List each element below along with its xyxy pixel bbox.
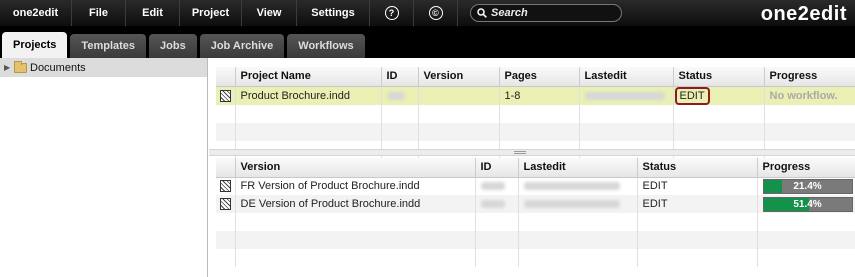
menu-app[interactable]: one2edit — [0, 0, 72, 26]
menu-file[interactable]: File — [72, 0, 126, 26]
column-id[interactable]: ID — [381, 67, 419, 87]
project-version-cell — [418, 86, 500, 105]
column-lastedit[interactable]: Lastedit — [518, 158, 638, 178]
empty-row — [216, 122, 855, 141]
column-lastedit[interactable]: Lastedit — [579, 67, 674, 87]
table-row[interactable]: DE Version of Product Brochure.indd EDIT… — [216, 195, 855, 213]
column-pages[interactable]: Pages — [499, 67, 580, 87]
copyright-icon: © — [428, 6, 443, 20]
column-status[interactable]: Status — [673, 67, 765, 87]
project-pages-cell: 1-8 — [499, 86, 580, 105]
splitter-grip-icon[interactable] — [514, 151, 526, 154]
about-button[interactable]: © — [414, 0, 458, 26]
version-status-cell: EDIT — [637, 195, 758, 213]
indesign-document-icon — [219, 198, 231, 211]
redacted-lastedit — [584, 91, 665, 100]
version-progress-cell: 51.4% — [757, 195, 855, 213]
indesign-document-icon — [219, 180, 231, 193]
project-id-cell — [381, 86, 419, 105]
menu-settings[interactable]: Settings — [297, 0, 370, 26]
redacted-id — [386, 91, 405, 100]
progress-text: No workflow. — [769, 89, 838, 102]
app-logo: one2edit — [760, 3, 847, 25]
projects-table: Project Name ID Version Pages Lastedit S… — [216, 67, 855, 159]
redacted-lastedit — [523, 200, 620, 209]
version-progress-cell: 21.4% — [757, 177, 855, 195]
status-badge: EDIT — [674, 86, 710, 105]
column-version[interactable]: Version — [235, 158, 476, 178]
empty-row — [216, 213, 855, 231]
progress-text: 51.4% — [793, 198, 822, 210]
redacted-id — [480, 182, 505, 191]
project-status-cell: EDIT — [673, 86, 765, 105]
icon-column-header — [216, 158, 236, 178]
versions-header-row: Version ID Lastedit Status Progress — [216, 158, 855, 178]
tree-item-documents[interactable]: ▶ Documents — [0, 58, 207, 77]
version-name-cell[interactable]: DE Version of Product Brochure.indd — [235, 195, 476, 213]
tab-workflows[interactable]: Workflows — [287, 34, 365, 58]
version-lastedit-cell — [518, 177, 638, 195]
menu-view[interactable]: View — [242, 0, 297, 26]
folder-icon — [14, 60, 27, 73]
help-icon: ? — [384, 6, 399, 20]
indesign-document-icon — [219, 89, 231, 102]
empty-row — [216, 231, 855, 249]
expand-arrow-icon[interactable]: ▶ — [4, 63, 12, 72]
version-lastedit-cell — [518, 195, 638, 213]
tab-job-archive[interactable]: Job Archive — [199, 34, 285, 58]
search-box[interactable] — [470, 4, 622, 22]
table-row[interactable]: Product Brochure.indd 1-8 EDIT No workfl… — [216, 86, 855, 105]
search-icon — [477, 8, 487, 18]
versions-table: Version ID Lastedit Status Progress FR V… — [216, 158, 855, 267]
column-project-name[interactable]: Project Name — [235, 67, 382, 87]
projects-header-row: Project Name ID Version Pages Lastedit S… — [216, 67, 855, 87]
column-progress[interactable]: Progress — [757, 158, 855, 178]
project-lastedit-cell — [579, 86, 674, 105]
tab-projects[interactable]: Projects — [2, 32, 68, 58]
tree-item-label: Documents — [30, 61, 86, 74]
version-id-cell — [475, 177, 519, 195]
column-status[interactable]: Status — [637, 158, 758, 178]
version-id-cell — [475, 195, 519, 213]
module-tabs: Projects Templates Jobs Job Archive Work… — [0, 26, 855, 58]
column-id[interactable]: ID — [475, 158, 519, 178]
pane-splitter[interactable] — [209, 149, 855, 156]
search-input[interactable] — [491, 7, 611, 19]
tab-templates[interactable]: Templates — [70, 34, 147, 58]
top-menu-bar: one2edit File Edit Project View Settings… — [0, 0, 855, 26]
column-progress[interactable]: Progress — [764, 67, 855, 87]
empty-row — [216, 104, 855, 123]
progress-text: 21.4% — [793, 180, 822, 192]
redacted-lastedit — [523, 182, 620, 191]
help-button[interactable]: ? — [370, 0, 414, 26]
project-name-cell[interactable]: Product Brochure.indd — [235, 86, 382, 105]
version-name-cell[interactable]: FR Version of Product Brochure.indd — [235, 177, 476, 195]
progress-bar: 21.4% — [762, 178, 853, 194]
menu-edit[interactable]: Edit — [126, 0, 180, 26]
progress-bar: 51.4% — [762, 196, 853, 212]
version-status-cell: EDIT — [637, 177, 758, 195]
icon-column-header — [216, 67, 236, 87]
folder-tree: ▶ Documents — [0, 58, 208, 277]
tab-jobs[interactable]: Jobs — [149, 34, 197, 58]
menu-project[interactable]: Project — [180, 0, 242, 26]
table-row[interactable]: FR Version of Product Brochure.indd EDIT… — [216, 177, 855, 195]
project-progress-cell: No workflow. — [764, 86, 855, 105]
column-version[interactable]: Version — [418, 67, 500, 87]
empty-row — [216, 249, 855, 267]
redacted-id — [480, 200, 505, 209]
